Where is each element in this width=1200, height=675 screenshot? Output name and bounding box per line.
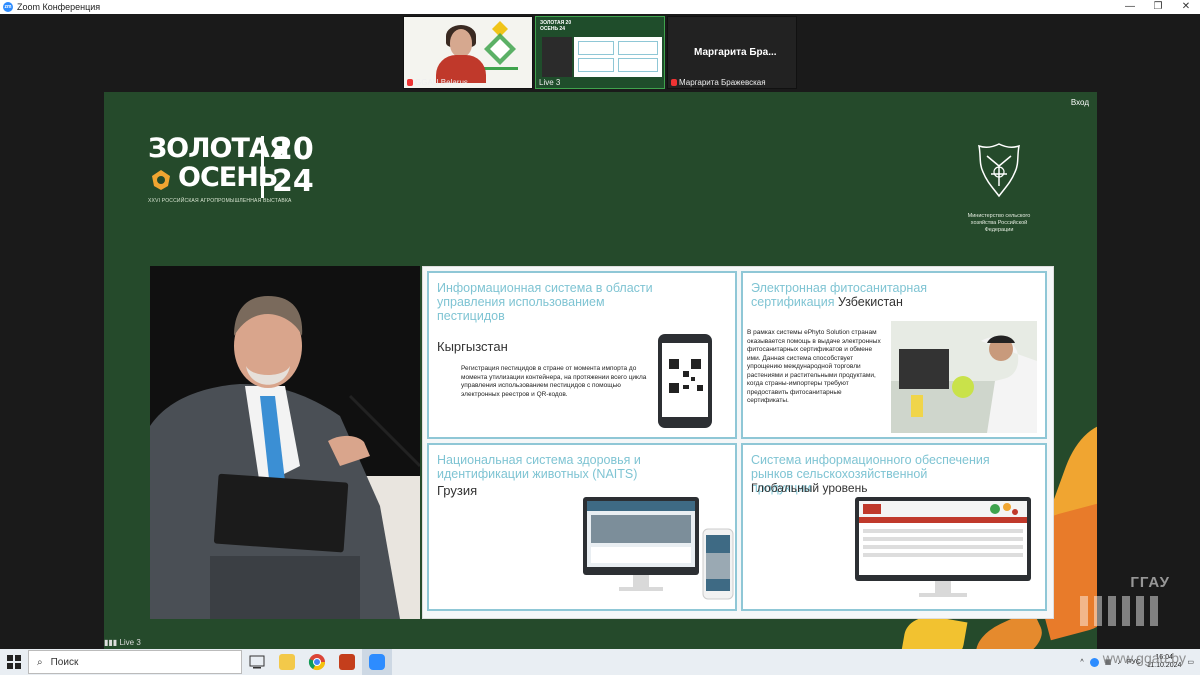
- zoom-logo-icon: zm: [3, 2, 13, 12]
- mic-muted-icon: [407, 79, 413, 86]
- mini-brand-logo: ЗОЛОТАЯ 20 ОСЕНЬ 24: [540, 20, 572, 32]
- close-button[interactable]: ✕: [1172, 0, 1200, 14]
- window-title: Zoom Конференция: [17, 2, 101, 12]
- window-controls: — ❐ ✕: [1116, 0, 1200, 14]
- watermark-pattern-icon: [1080, 596, 1158, 626]
- panel-phyto: Электронная фитосанитарная сертификация …: [741, 271, 1047, 439]
- panel-amis: Система информационного обеспечения рынк…: [741, 443, 1047, 611]
- minimize-button[interactable]: —: [1116, 0, 1144, 14]
- search-placeholder: Поиск: [50, 656, 79, 668]
- live-tag: ▮▮▮ Live 3: [104, 638, 141, 647]
- thumbnail-label: GGAU Belarus: [407, 78, 468, 87]
- exit-label[interactable]: Вход: [1071, 98, 1089, 107]
- search-icon: ⌕: [37, 656, 43, 668]
- zoom-icon: [369, 654, 385, 670]
- participant-display-name: Маргарита Бра...: [694, 47, 777, 58]
- panel-country: Кыргызстан: [437, 339, 508, 354]
- participant-video-woman: [430, 25, 490, 83]
- emblem-small-icon: [152, 170, 170, 190]
- chevron-up-icon[interactable]: ^: [1080, 659, 1083, 666]
- speaker-video: [150, 266, 420, 619]
- task-view-icon: [249, 655, 265, 669]
- task-view-button[interactable]: [242, 649, 272, 675]
- thumbnail-label: Live 3: [539, 78, 561, 87]
- powerpoint-button[interactable]: [332, 649, 362, 675]
- mini-shared-slide: [574, 37, 662, 77]
- slide-content: Информационная система в области управле…: [422, 266, 1054, 619]
- windows-taskbar: ⌕ Поиск ^ ▦ ♪ РУС 16:04 11.10.2024 ▭: [0, 649, 1200, 675]
- taskbar-search[interactable]: ⌕ Поиск: [28, 650, 242, 674]
- panel-title: Национальная система здоровья и идентифи…: [437, 453, 641, 481]
- window-titlebar: zm Zoom Конференция — ❐ ✕: [0, 0, 1200, 14]
- signal-icon: ▮▮▮: [104, 638, 118, 647]
- start-button[interactable]: [0, 649, 28, 675]
- notifications-icon[interactable]: ▭: [1187, 658, 1194, 666]
- chrome-button[interactable]: [302, 649, 332, 675]
- panel-country: Глобальный уровень: [751, 481, 868, 495]
- windows-logo-icon: [7, 655, 21, 669]
- ministry-caption: Министерство сельского хозяйства Российс…: [967, 213, 1031, 233]
- brand-year: 20 24: [272, 132, 314, 199]
- ministry-emblem: Министерство сельского хозяйства Российс…: [967, 138, 1031, 234]
- participant-thumbnail-margarita[interactable]: Маргарита Бра... Маргарита Бражевская: [667, 16, 797, 89]
- powerpoint-icon: [339, 654, 355, 670]
- panel-title: Электронная фитосанитарная сертификация …: [751, 281, 928, 309]
- mini-speaker-video: [542, 37, 572, 77]
- mic-muted-icon: [671, 79, 677, 86]
- brand-line1: ЗОЛОТАЯ: [148, 133, 290, 164]
- zoom-tray-icon[interactable]: [1089, 657, 1099, 667]
- panel-naits: Национальная система здоровья и идентифи…: [427, 443, 737, 611]
- brand-divider: [261, 136, 264, 198]
- panel-title: Информационная система в области управле…: [437, 281, 653, 323]
- phone-qr-icon: [658, 334, 712, 428]
- thumbnail-label: Маргарита Бражевская: [671, 78, 766, 87]
- ggau-watermark: ГГАУ: [1070, 574, 1170, 631]
- brand-logo: ЗОЛОТАЯ ОСЕНЬ 20 24 XXVI РОССИЙСКАЯ АГРО…: [148, 133, 314, 205]
- shared-screen: Вход ЗОЛОТАЯ ОСЕНЬ 20 24 XXVI РОССИЙСКАЯ…: [104, 92, 1097, 650]
- brand-subtitle: XXVI РОССИЙСКАЯ АГРОПРОМЫШЛЕННАЯ ВЫСТАВК…: [148, 198, 292, 204]
- panel-description: В рамках системы ePhyto Solution странам…: [747, 329, 881, 404]
- chrome-icon: [308, 654, 326, 671]
- maximize-button[interactable]: ❐: [1144, 0, 1172, 14]
- file-explorer-button[interactable]: [272, 649, 302, 675]
- folder-icon: [279, 654, 295, 670]
- amis-desktop-mockup: [855, 497, 1031, 597]
- lab-photo: [891, 321, 1037, 433]
- panel-description: Регистрация пестицидов в стране от момен…: [461, 365, 647, 398]
- eagle-emblem-icon: [978, 143, 1020, 198]
- watermark-url: www.ggau.by: [1102, 650, 1186, 666]
- desktop-mobile-mockup: [583, 497, 734, 600]
- zoom-taskbar-button[interactable]: [362, 649, 392, 675]
- participant-thumbnail-ggau[interactable]: GGAU Belarus: [403, 16, 533, 89]
- speaker-figure: [150, 266, 420, 619]
- participant-thumbnail-live3[interactable]: ЗОЛОТАЯ 20 ОСЕНЬ 24 Live 3: [535, 16, 665, 89]
- panel-pesticides: Информационная система в области управле…: [427, 271, 737, 439]
- panel-country: Узбекистан: [837, 295, 903, 309]
- meeting-stage: GGAU Belarus ЗОЛОТАЯ 20 ОСЕНЬ 24 Live 3 М…: [0, 14, 1200, 650]
- panel-country: Грузия: [437, 483, 478, 498]
